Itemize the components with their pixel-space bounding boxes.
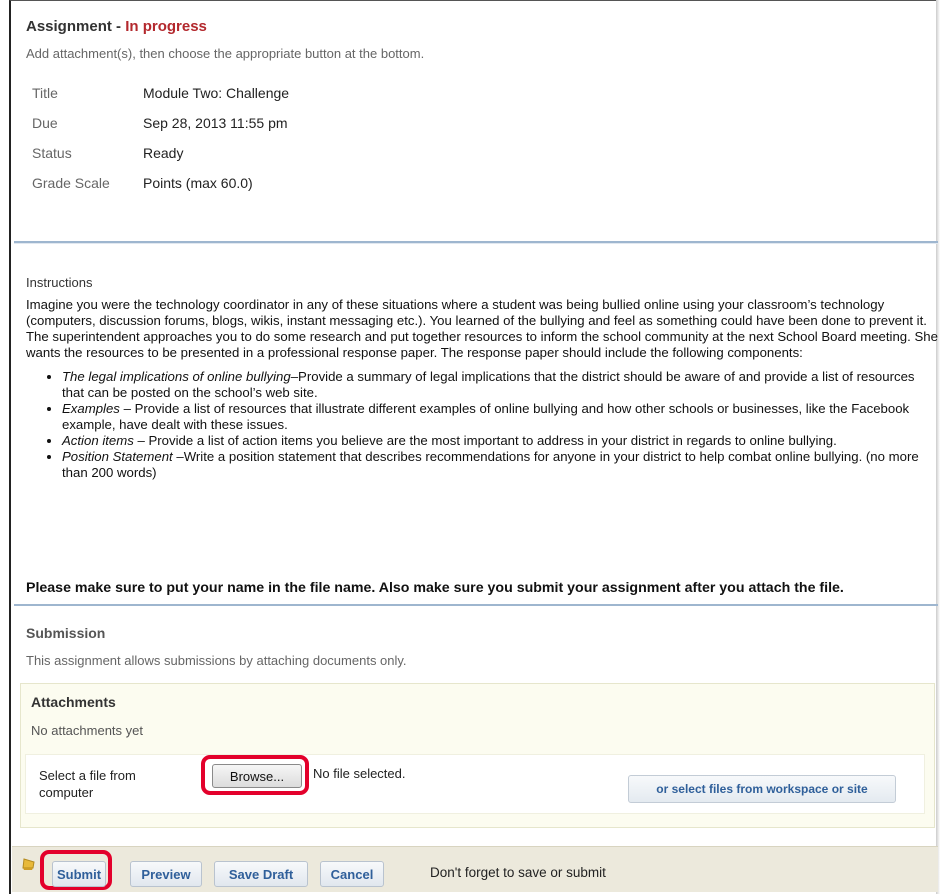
submission-heading: Submission	[26, 625, 106, 641]
no-file-selected-text: No file selected.	[313, 766, 406, 781]
property-value: Points (max 60.0)	[143, 175, 253, 191]
instructions-body: Imagine you were the technology coordina…	[26, 297, 938, 481]
instructions-heading: Instructions	[26, 275, 93, 290]
property-row: Due Sep 28, 2013 11:55 pm	[32, 108, 289, 138]
item-text: – Provide a list of resources that illus…	[62, 401, 910, 432]
save-draft-button[interactable]: Save Draft	[214, 861, 308, 887]
attachments-empty-text: No attachments yet	[31, 723, 143, 738]
select-from-workspace-button[interactable]: or select files from workspace or site	[628, 775, 896, 803]
assignment-status: In progress	[125, 18, 207, 35]
property-row: Grade Scale Points (max 60.0)	[32, 168, 289, 198]
item-text: –Write a position statement that describ…	[62, 449, 919, 480]
save-reminder-text: Don't forget to save or submit	[430, 865, 606, 880]
submission-note: This assignment allows submissions by at…	[26, 653, 407, 668]
header-separator: -	[111, 18, 126, 35]
preview-button[interactable]: Preview	[130, 861, 202, 887]
assignment-header: Assignment - In progress	[26, 18, 207, 35]
property-value: Ready	[143, 145, 184, 161]
attachments-heading: Attachments	[31, 694, 116, 710]
attachments-panel: Attachments No attachments yet Select a …	[20, 683, 935, 828]
cancel-button[interactable]: Cancel	[320, 861, 384, 887]
property-value: Module Two: Challenge	[143, 85, 290, 101]
submit-button[interactable]: Submit	[52, 861, 106, 887]
action-bar: Submit Preview Save Draft Cancel Don't f…	[12, 846, 938, 892]
item-lead: Position Statement	[62, 449, 173, 464]
section-divider-shade	[14, 243, 938, 244]
filename-reminder: Please make sure to put your name in the…	[26, 580, 844, 596]
assignment-instructions-note: Add attachment(s), then choose the appro…	[26, 46, 425, 61]
section-divider	[14, 604, 938, 606]
item-lead: The legal implications of online bullyin…	[62, 369, 291, 384]
assignment-properties: Title Module Two: Challenge Due Sep 28, …	[32, 78, 289, 198]
browse-button[interactable]: Browse...	[212, 764, 302, 788]
list-item: The legal implications of online bullyin…	[62, 369, 938, 401]
item-lead: Examples	[62, 401, 120, 416]
property-value: Sep 28, 2013 11:55 pm	[143, 115, 288, 131]
components-list: The legal implications of online bullyin…	[26, 369, 938, 481]
item-text: – Provide a list of action items you bel…	[133, 433, 837, 448]
instructions-intro: Imagine you were the technology coordina…	[26, 297, 938, 360]
property-key: Grade Scale	[32, 175, 110, 191]
file-select-row: Select a file from computer Browse... No…	[25, 754, 925, 814]
property-key: Due	[32, 115, 58, 131]
property-key: Status	[32, 145, 72, 161]
item-lead: Action items	[62, 433, 134, 448]
assignment-label: Assignment	[26, 18, 112, 35]
list-item: Action items – Provide a list of action …	[62, 433, 938, 449]
list-item: Examples – Provide a list of resources t…	[62, 401, 938, 433]
bell-icon	[22, 858, 35, 870]
property-key: Title	[32, 85, 58, 101]
property-row: Status Ready	[32, 138, 289, 168]
file-select-label: Select a file from computer	[39, 768, 136, 800]
property-row: Title Module Two: Challenge	[32, 78, 289, 108]
list-item: Position Statement –Write a position sta…	[62, 449, 938, 481]
